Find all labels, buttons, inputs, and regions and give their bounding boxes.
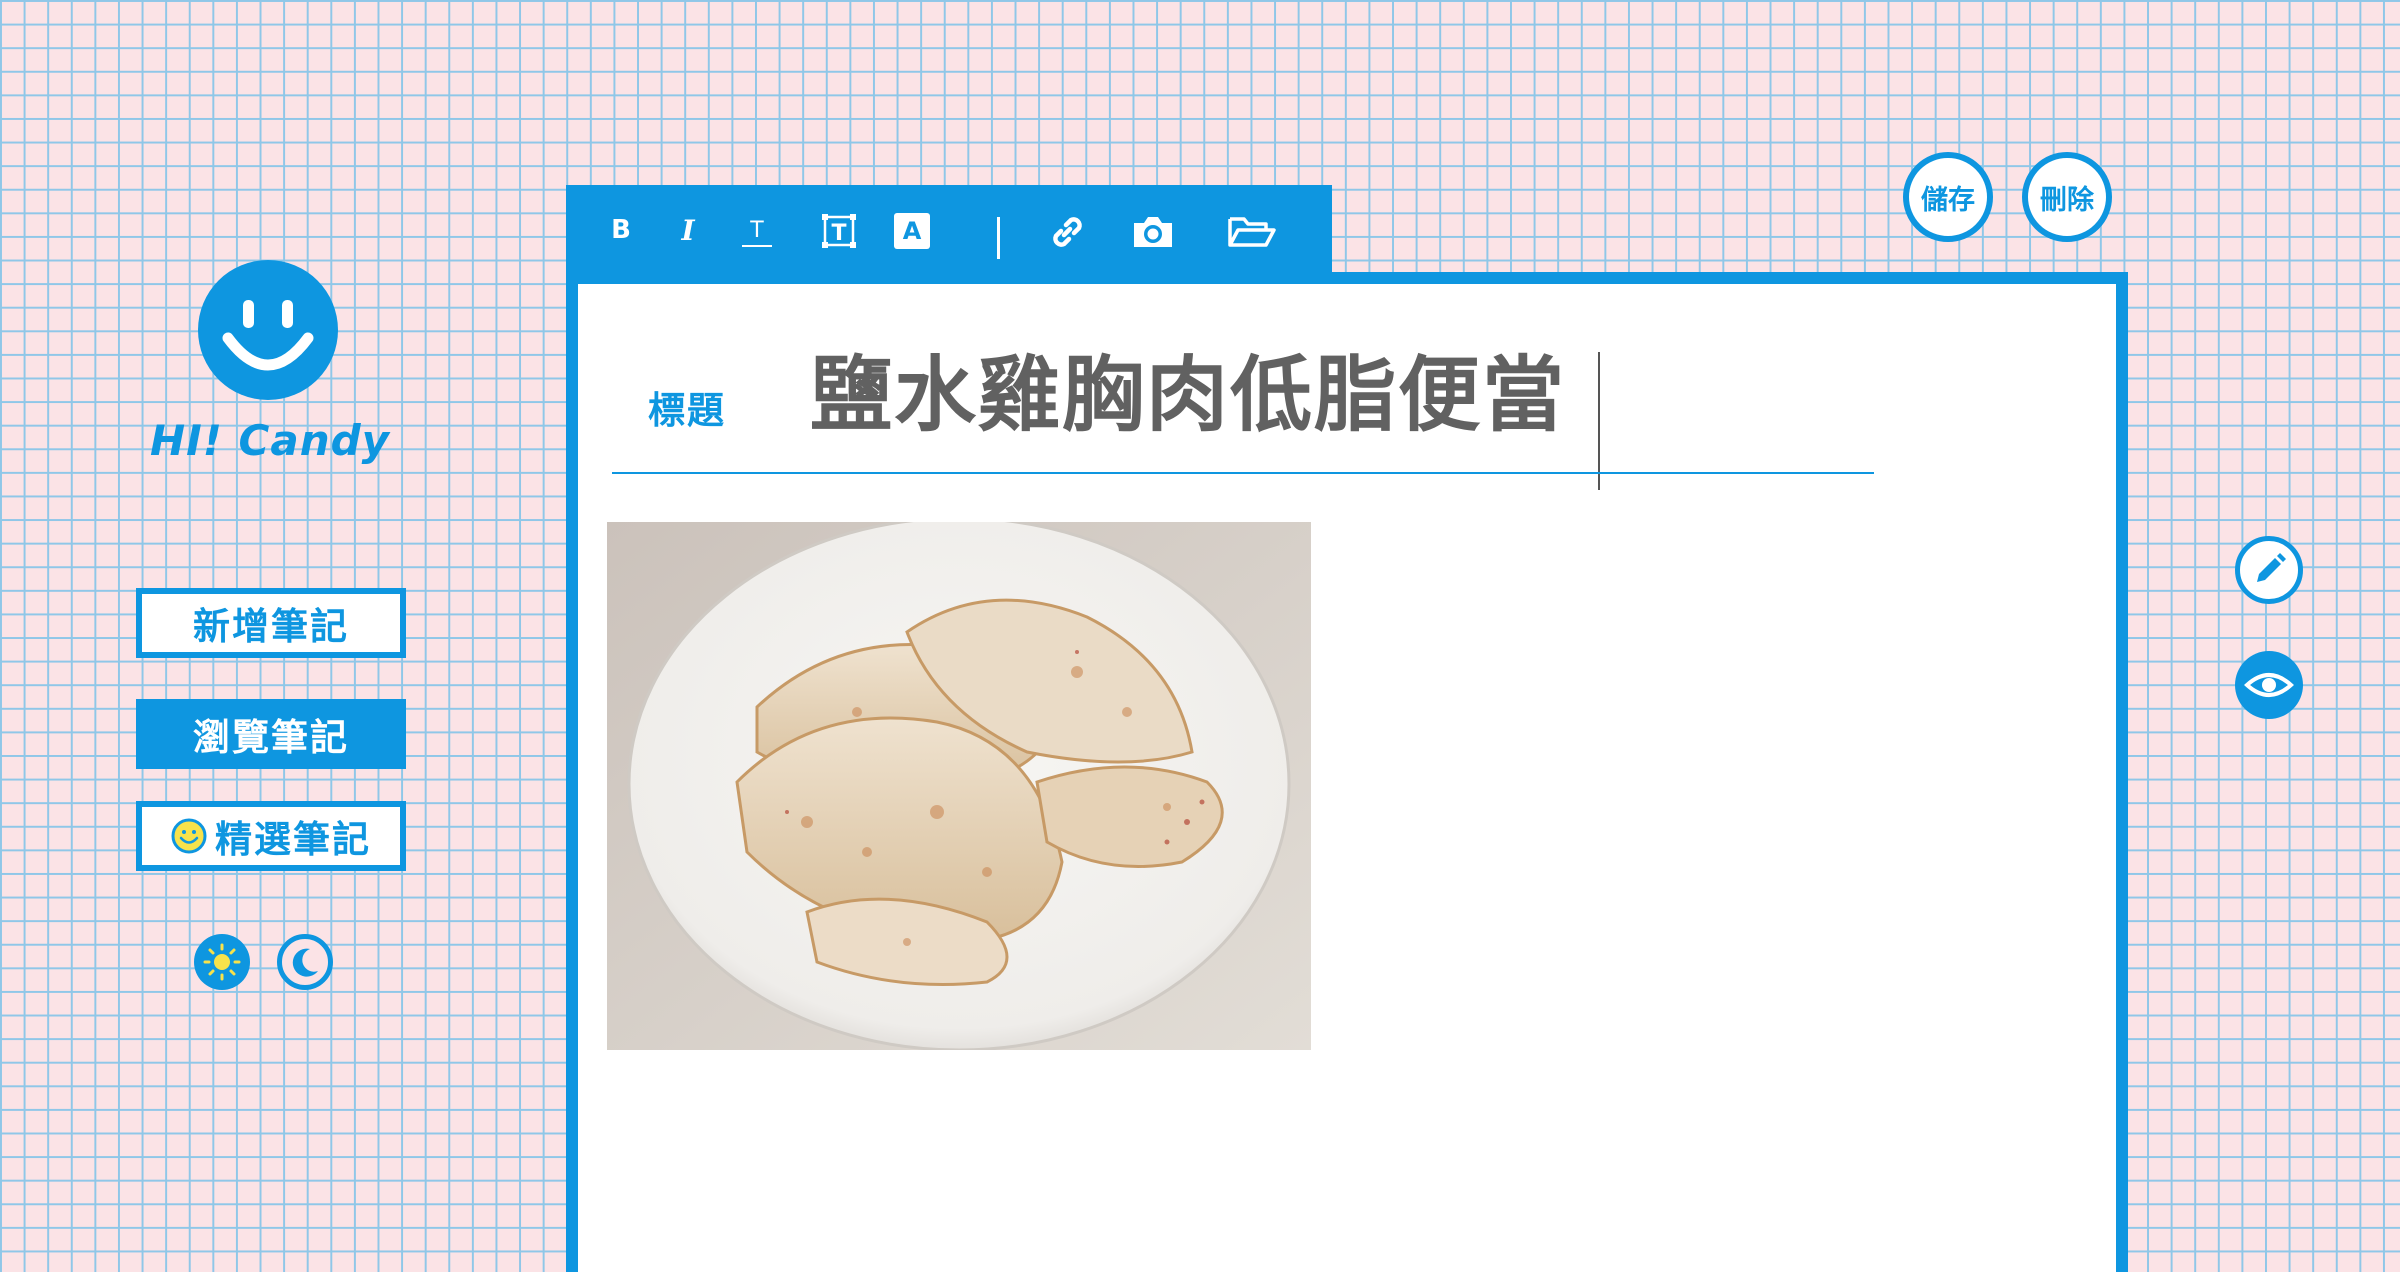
bold-icon[interactable]: B — [606, 215, 636, 245]
app-logo-text: HI! Candy — [149, 416, 391, 465]
title-underline — [612, 472, 1874, 474]
svg-text:T: T — [831, 221, 846, 246]
title-label: 標題 — [648, 389, 726, 432]
toolbar-divider — [997, 217, 1000, 259]
moon-icon — [292, 948, 318, 977]
text-color-icon[interactable]: A — [894, 213, 930, 249]
chicken-breast-photo[interactable] — [607, 522, 1311, 1050]
sidebar-item-label: 新增筆記 — [193, 605, 349, 648]
italic-icon[interactable]: I — [673, 214, 703, 247]
editor-toolbar: B I T T A — [566, 185, 1332, 277]
edit-mode-button[interactable] — [2235, 536, 2303, 604]
sidebar-item-label: 瀏覽筆記 — [193, 716, 349, 759]
dark-theme-button[interactable] — [277, 934, 333, 990]
pencil-icon — [2257, 553, 2286, 582]
text-size-icon[interactable]: T — [742, 215, 772, 247]
sidebar-item-new-note[interactable]: 新增筆記 — [136, 588, 406, 658]
title-input[interactable]: 鹽水雞胸肉低脂便當 — [810, 328, 1566, 447]
link-icon[interactable] — [1046, 211, 1088, 253]
delete-button[interactable]: 刪除 — [2022, 152, 2112, 242]
logo-smiley-icon — [198, 260, 338, 400]
folder-open-icon[interactable] — [1226, 211, 1278, 253]
note-editor: 標題 鹽水雞胸肉低脂便當 — [566, 272, 2128, 1272]
save-button[interactable]: 儲存 — [1903, 152, 1993, 242]
sidebar-item-label: 精選筆記 — [215, 818, 371, 861]
eye-icon — [2244, 673, 2294, 697]
camera-icon[interactable] — [1130, 211, 1176, 253]
text-caret — [1598, 352, 1600, 490]
sidebar-item-browse-notes[interactable]: 瀏覽筆記 — [136, 699, 406, 769]
light-theme-button[interactable] — [194, 934, 250, 990]
preview-mode-button[interactable] — [2235, 651, 2303, 719]
sun-icon — [203, 943, 241, 981]
smiley-icon — [171, 818, 207, 854]
sidebar-item-featured-notes[interactable]: 精選筆記 — [136, 801, 406, 871]
text-box-icon[interactable]: T — [821, 213, 857, 249]
